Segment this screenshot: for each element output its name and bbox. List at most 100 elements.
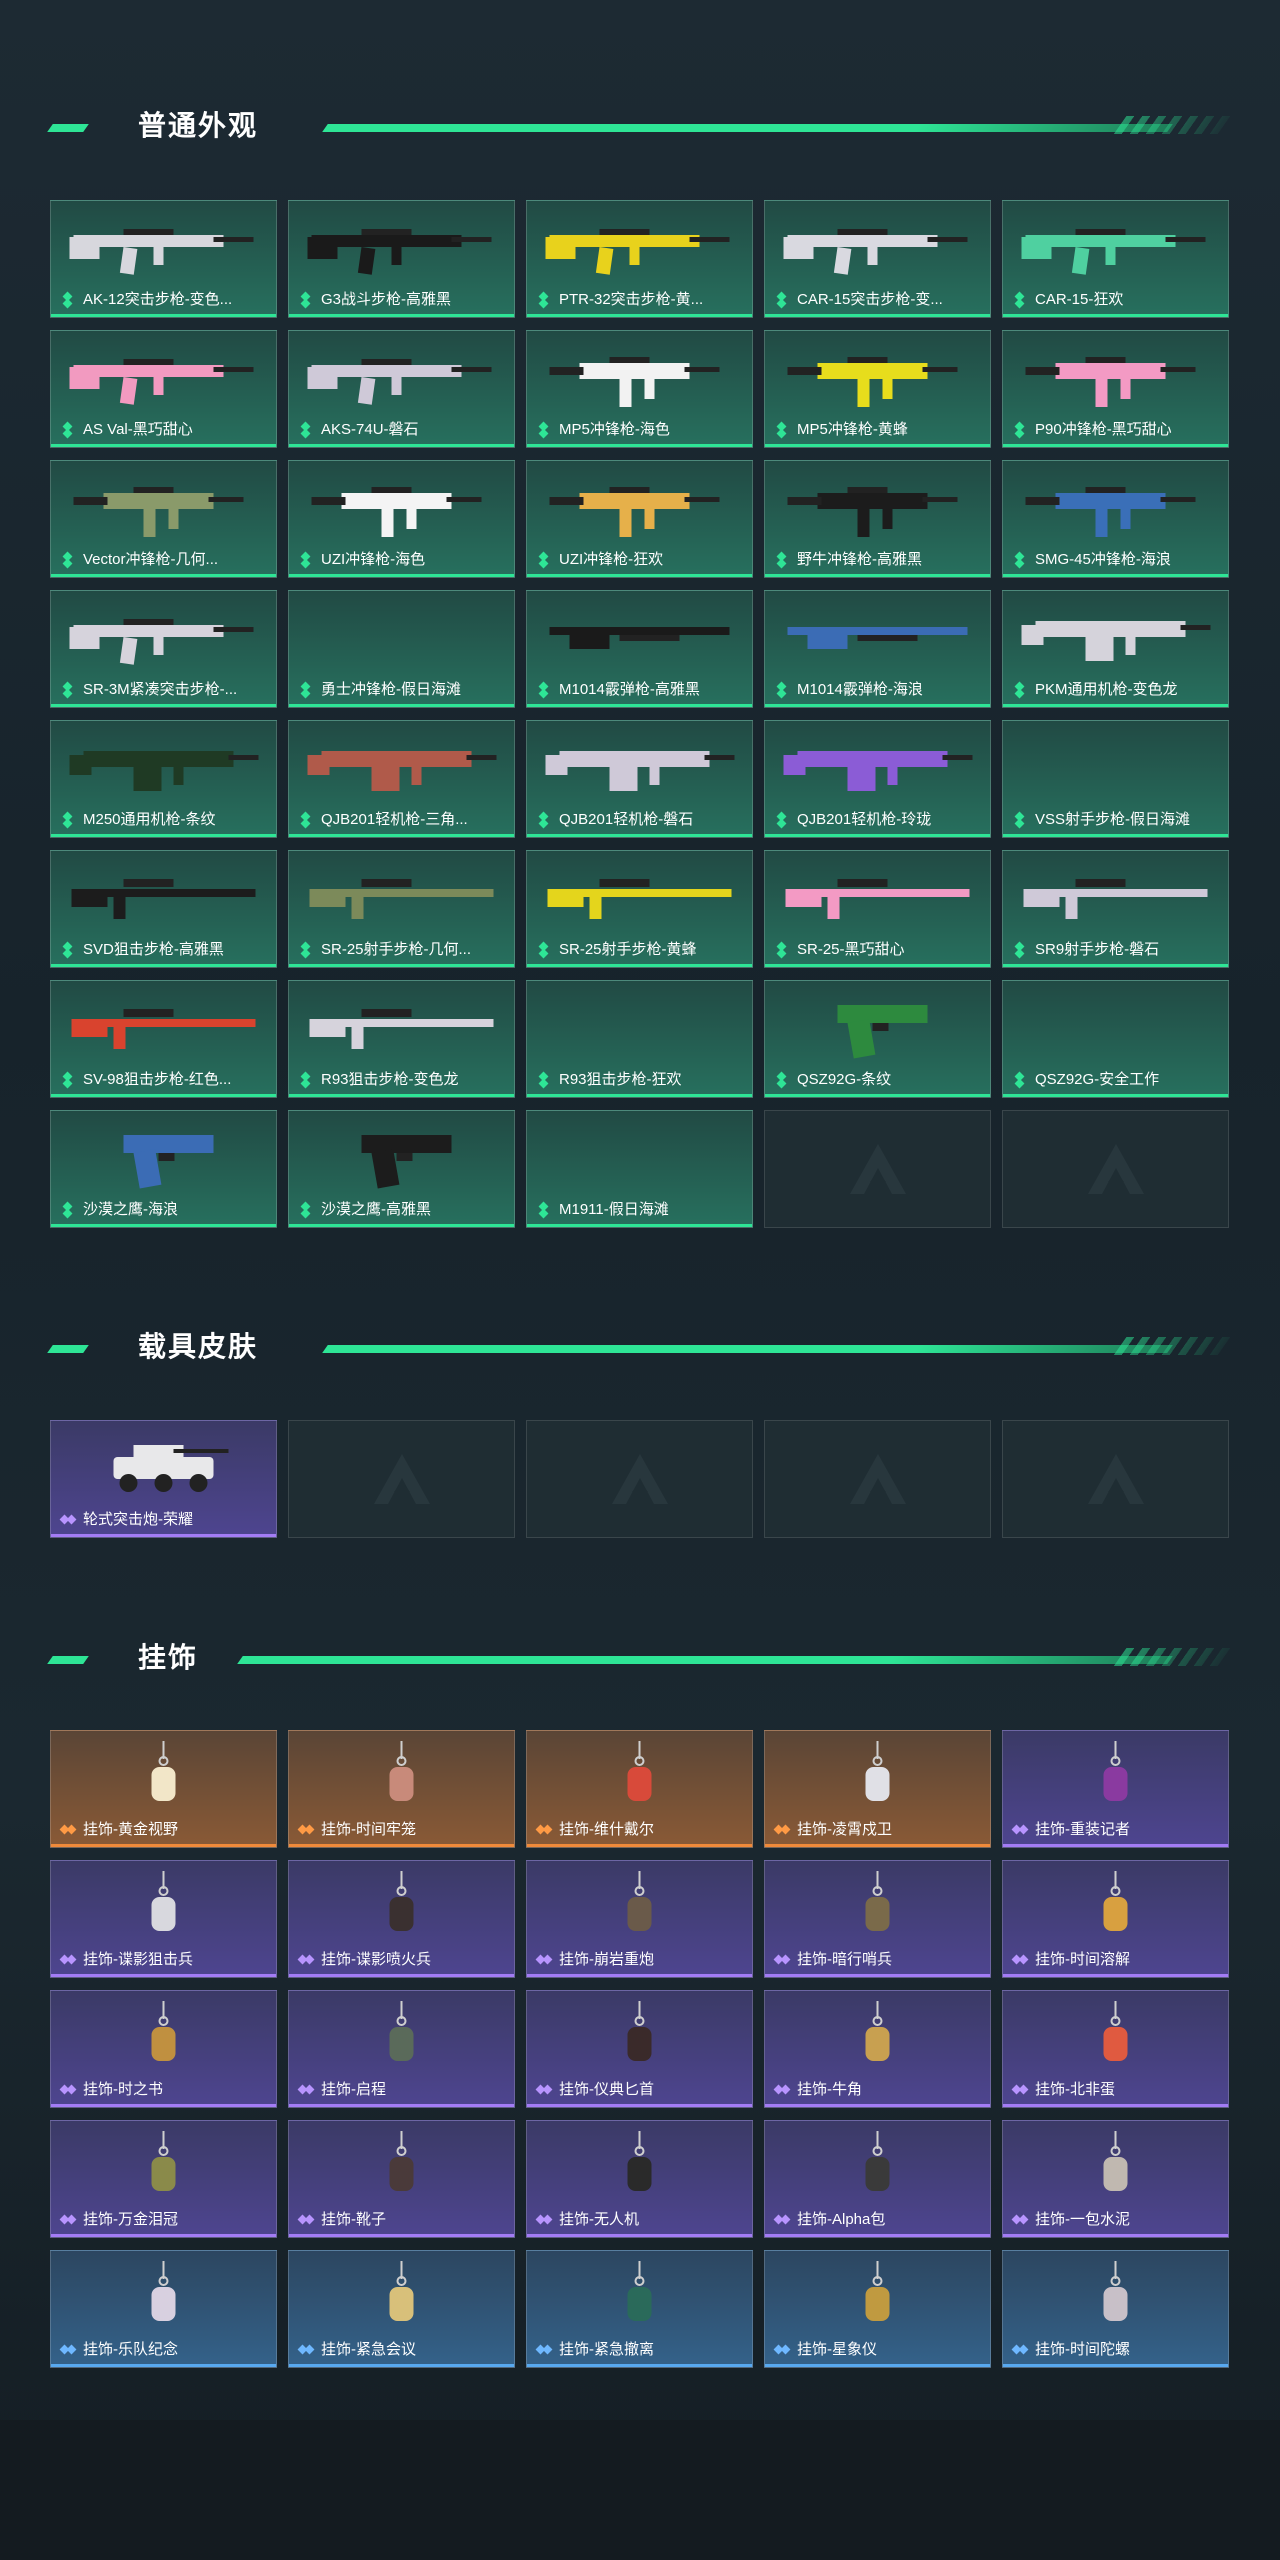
item-card[interactable]: 挂饰-凌霄戍卫 <box>764 1730 991 1848</box>
item-card[interactable]: 挂饰-Alpha包 <box>764 2120 991 2238</box>
machinegun-icon <box>773 727 982 807</box>
item-card[interactable]: AKS-74U-磐石 <box>288 330 515 448</box>
item-card[interactable]: 挂饰-牛角 <box>764 1990 991 2108</box>
item-card[interactable]: QSZ92G-条纹 <box>764 980 991 1098</box>
item-card[interactable]: M250通用机枪-条纹 <box>50 720 277 838</box>
item-card[interactable]: SMG-45冲锋枪-海浪 <box>1002 460 1229 578</box>
item-card[interactable]: 沙漠之鹰-海浪 <box>50 1110 277 1228</box>
item-label: VSS射手步枪-假日海滩 <box>1035 811 1191 828</box>
item-card[interactable]: UZI冲锋枪-狂欢 <box>526 460 753 578</box>
item-label: AS Val-黑巧甜心 <box>83 421 193 438</box>
item-label: R93狙击步枪-变色龙 <box>321 1071 459 1088</box>
item-card[interactable]: CAR-15突击步枪-变... <box>764 200 991 318</box>
item-card[interactable]: 挂饰-谍影喷火兵 <box>288 1860 515 1978</box>
item-label: 挂饰-紧急撤离 <box>559 2341 654 2358</box>
item-card[interactable]: 挂饰-暗行哨兵 <box>764 1860 991 1978</box>
item-label: 挂饰-万金泪冠 <box>83 2211 178 2228</box>
item-card[interactable]: 挂饰-维什戴尔 <box>526 1730 753 1848</box>
item-label: QJB201轻机枪-玲珑 <box>797 811 932 828</box>
rifle-icon <box>773 207 982 287</box>
empty-slot <box>288 1420 515 1538</box>
item-card[interactable]: 勇士冲锋枪-假日海滩 <box>288 590 515 708</box>
item-label: 挂饰-时间牢笼 <box>321 1821 416 1838</box>
sniper-icon <box>535 857 744 937</box>
item-card[interactable]: PKM通用机枪-变色龙 <box>1002 590 1229 708</box>
item-label: PTR-32突击步枪-黄... <box>559 291 704 308</box>
item-card[interactable]: AS Val-黑巧甜心 <box>50 330 277 448</box>
item-label: G3战斗步枪-高雅黑 <box>321 291 452 308</box>
item-card[interactable]: SR-3M紧凑突击步枪-... <box>50 590 277 708</box>
item-card[interactable]: 挂饰-乐队纪念 <box>50 2250 277 2368</box>
item-label: 挂饰-北非蛋 <box>1035 2081 1115 2098</box>
item-card[interactable]: 野牛冲锋枪-高雅黑 <box>764 460 991 578</box>
item-label: M1014霰弹枪-海浪 <box>797 681 923 698</box>
item-label: P90冲锋枪-黑巧甜心 <box>1035 421 1172 438</box>
item-card[interactable]: 轮式突击炮-荣耀 <box>50 1420 277 1538</box>
item-card[interactable]: 沙漠之鹰-高雅黑 <box>288 1110 515 1228</box>
item-card[interactable]: 挂饰-时间陀螺 <box>1002 2250 1229 2368</box>
item-card[interactable]: QJB201轻机枪-磐石 <box>526 720 753 838</box>
item-card[interactable]: CAR-15-狂欢 <box>1002 200 1229 318</box>
item-card[interactable]: QJB201轻机枪-三角... <box>288 720 515 838</box>
item-label: CAR-15-狂欢 <box>1035 291 1124 308</box>
item-card[interactable]: 挂饰-万金泪冠 <box>50 2120 277 2238</box>
item-card[interactable]: 挂饰-星象仪 <box>764 2250 991 2368</box>
item-card[interactable]: M1911-假日海滩 <box>526 1110 753 1228</box>
item-card[interactable]: QJB201轻机枪-玲珑 <box>764 720 991 838</box>
item-card[interactable]: 挂饰-时之书 <box>50 1990 277 2108</box>
item-card[interactable]: 挂饰-时间牢笼 <box>288 1730 515 1848</box>
item-card[interactable]: 挂饰-启程 <box>288 1990 515 2108</box>
charm-icon <box>535 2257 744 2337</box>
item-card[interactable]: M1014霰弹枪-海浪 <box>764 590 991 708</box>
item-card[interactable]: SR-25-黑巧甜心 <box>764 850 991 968</box>
item-label: M1911-假日海滩 <box>559 1201 669 1218</box>
item-card[interactable]: SV-98狙击步枪-红色... <box>50 980 277 1098</box>
item-card[interactable]: 挂饰-重装记者 <box>1002 1730 1229 1848</box>
item-label: 挂饰-时间陀螺 <box>1035 2341 1130 2358</box>
item-card[interactable]: R93狙击步枪-狂欢 <box>526 980 753 1098</box>
item-label: 挂饰-牛角 <box>797 2081 862 2098</box>
item-card[interactable]: 挂饰-北非蛋 <box>1002 1990 1229 2108</box>
smg-icon <box>1011 467 1220 547</box>
item-card[interactable]: 挂饰-谍影狙击兵 <box>50 1860 277 1978</box>
item-card[interactable]: 挂饰-崩岩重炮 <box>526 1860 753 1978</box>
item-card[interactable]: M1014霰弹枪-高雅黑 <box>526 590 753 708</box>
item-card[interactable]: 挂饰-紧急撤离 <box>526 2250 753 2368</box>
brand-logo-icon <box>848 1452 908 1506</box>
item-card[interactable]: Vector冲锋枪-几何... <box>50 460 277 578</box>
item-card[interactable]: 挂饰-紧急会议 <box>288 2250 515 2368</box>
item-label: UZI冲锋枪-海色 <box>321 551 426 568</box>
item-card[interactable]: MP5冲锋枪-黄蜂 <box>764 330 991 448</box>
item-card[interactable]: 挂饰-黄金视野 <box>50 1730 277 1848</box>
item-label: M1014霰弹枪-高雅黑 <box>559 681 700 698</box>
item-card[interactable]: G3战斗步枪-高雅黑 <box>288 200 515 318</box>
item-card[interactable]: P90冲锋枪-黑巧甜心 <box>1002 330 1229 448</box>
item-card[interactable]: 挂饰-仪典匕首 <box>526 1990 753 2108</box>
rifle-icon <box>297 207 506 287</box>
item-card[interactable]: 挂饰-一包水泥 <box>1002 2120 1229 2238</box>
item-card[interactable]: QSZ92G-安全工作 <box>1002 980 1229 1098</box>
item-card[interactable]: MP5冲锋枪-海色 <box>526 330 753 448</box>
item-card[interactable]: SR9射手步枪-磐石 <box>1002 850 1229 968</box>
item-card[interactable]: SVD狙击步枪-高雅黑 <box>50 850 277 968</box>
item-card[interactable]: UZI冲锋枪-海色 <box>288 460 515 578</box>
item-label: PKM通用机枪-变色龙 <box>1035 681 1178 698</box>
item-label: SR-25-黑巧甜心 <box>797 941 905 958</box>
item-card[interactable]: 挂饰-无人机 <box>526 2120 753 2238</box>
item-card[interactable]: PTR-32突击步枪-黄... <box>526 200 753 318</box>
item-card[interactable]: SR-25射手步枪-黄蜂 <box>526 850 753 968</box>
item-card[interactable]: AK-12突击步枪-变色... <box>50 200 277 318</box>
charm-icon <box>773 1997 982 2077</box>
brand-logo-icon <box>610 1452 670 1506</box>
item-card[interactable]: VSS射手步枪-假日海滩 <box>1002 720 1229 838</box>
item-card[interactable]: R93狙击步枪-变色龙 <box>288 980 515 1098</box>
smg-icon <box>535 467 744 547</box>
header-checker <box>1113 116 1237 134</box>
item-card[interactable]: SR-25射手步枪-几何... <box>288 850 515 968</box>
header-accent <box>47 124 89 132</box>
shotgun-icon <box>535 597 744 677</box>
item-card[interactable]: 挂饰-时间溶解 <box>1002 1860 1229 1978</box>
item-label: 挂饰-仪典匕首 <box>559 2081 654 2098</box>
rifle-icon <box>535 207 744 287</box>
item-card[interactable]: 挂饰-靴子 <box>288 2120 515 2238</box>
